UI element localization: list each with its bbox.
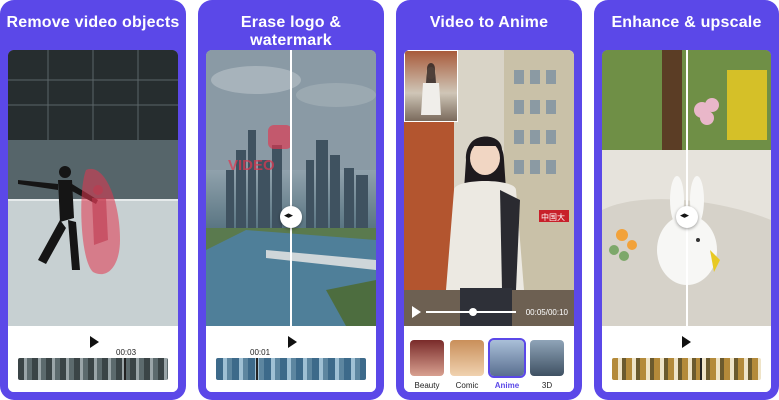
compare-divider[interactable] <box>686 50 688 326</box>
original-video-inset[interactable] <box>404 50 458 122</box>
phone-screen: VIDEO ◂▸ 00:01 <box>206 50 376 392</box>
style-thumb-comic[interactable] <box>450 340 484 376</box>
playback-controls: 00:01 <box>206 326 376 392</box>
card-enhance-upscale: Enhance & upscale ◂▸ <box>594 0 779 400</box>
style-label: Beauty <box>414 381 440 390</box>
ice-rink-scene <box>8 50 178 326</box>
timeline-cursor[interactable] <box>700 358 702 380</box>
compare-divider[interactable] <box>290 50 292 326</box>
real-person-thumbnail <box>421 63 441 115</box>
phone-screen: 00:03 <box>8 50 178 392</box>
play-icon[interactable] <box>682 336 691 348</box>
video-preview[interactable]: 中国大 00:05/00:10 <box>404 50 574 326</box>
compare-handle[interactable]: ◂▸ <box>280 206 302 228</box>
timestamp: 00:03 <box>116 348 137 357</box>
arrows-left-right-icon: ◂▸ <box>680 210 690 220</box>
card-title: Remove video objects <box>6 14 180 31</box>
style-thumb-3d[interactable] <box>530 340 564 376</box>
timestamp: 00:05/00:10 <box>525 308 568 317</box>
shop-sign-text: 中国大 <box>541 212 565 222</box>
style-label: Comic <box>455 381 479 390</box>
watermark-text: VIDEO <box>228 157 275 174</box>
playback-controls <box>602 326 771 392</box>
card-erase-logo: Erase logo & watermark VIDEO ◂▸ 00:01 <box>198 0 384 400</box>
card-remove-objects: Remove video objects 00:03 <box>0 0 186 400</box>
playback-controls: 00:03 <box>8 326 178 392</box>
arrows-left-right-icon: ◂▸ <box>284 210 294 220</box>
timeline-strip[interactable] <box>216 358 366 380</box>
timeline-strip[interactable] <box>18 358 168 380</box>
style-label-selected: Anime <box>494 381 520 390</box>
compare-handle[interactable]: ◂▸ <box>676 206 698 228</box>
timeline-cursor[interactable] <box>124 358 126 380</box>
phone-screen: ◂▸ <box>602 50 771 392</box>
timeline-strip[interactable] <box>612 358 761 380</box>
video-preview[interactable]: ◂▸ <box>602 50 771 326</box>
style-picker: Beauty Comic Anime 3D <box>404 326 574 392</box>
play-icon[interactable] <box>412 306 421 318</box>
style-label: 3D <box>541 381 553 390</box>
card-title: Erase logo & watermark <box>240 14 342 49</box>
video-preview[interactable]: VIDEO ◂▸ <box>206 50 376 326</box>
card-video-to-anime: Video to Anime 中国大 00:05/00:10 Beauty Co… <box>396 0 582 400</box>
play-icon[interactable] <box>90 336 99 348</box>
phone-screen: 中国大 00:05/00:10 Beauty Comic Anime 3D <box>404 50 574 392</box>
style-thumb-anime[interactable] <box>488 338 526 378</box>
card-title: Enhance & upscale <box>611 14 762 31</box>
progress-bar[interactable] <box>426 308 516 316</box>
timeline-cursor[interactable] <box>256 358 258 380</box>
style-thumb-beauty[interactable] <box>410 340 444 376</box>
play-icon[interactable] <box>288 336 297 348</box>
video-preview[interactable] <box>8 50 178 326</box>
timestamp: 00:01 <box>250 348 271 357</box>
card-title: Video to Anime <box>429 14 549 31</box>
